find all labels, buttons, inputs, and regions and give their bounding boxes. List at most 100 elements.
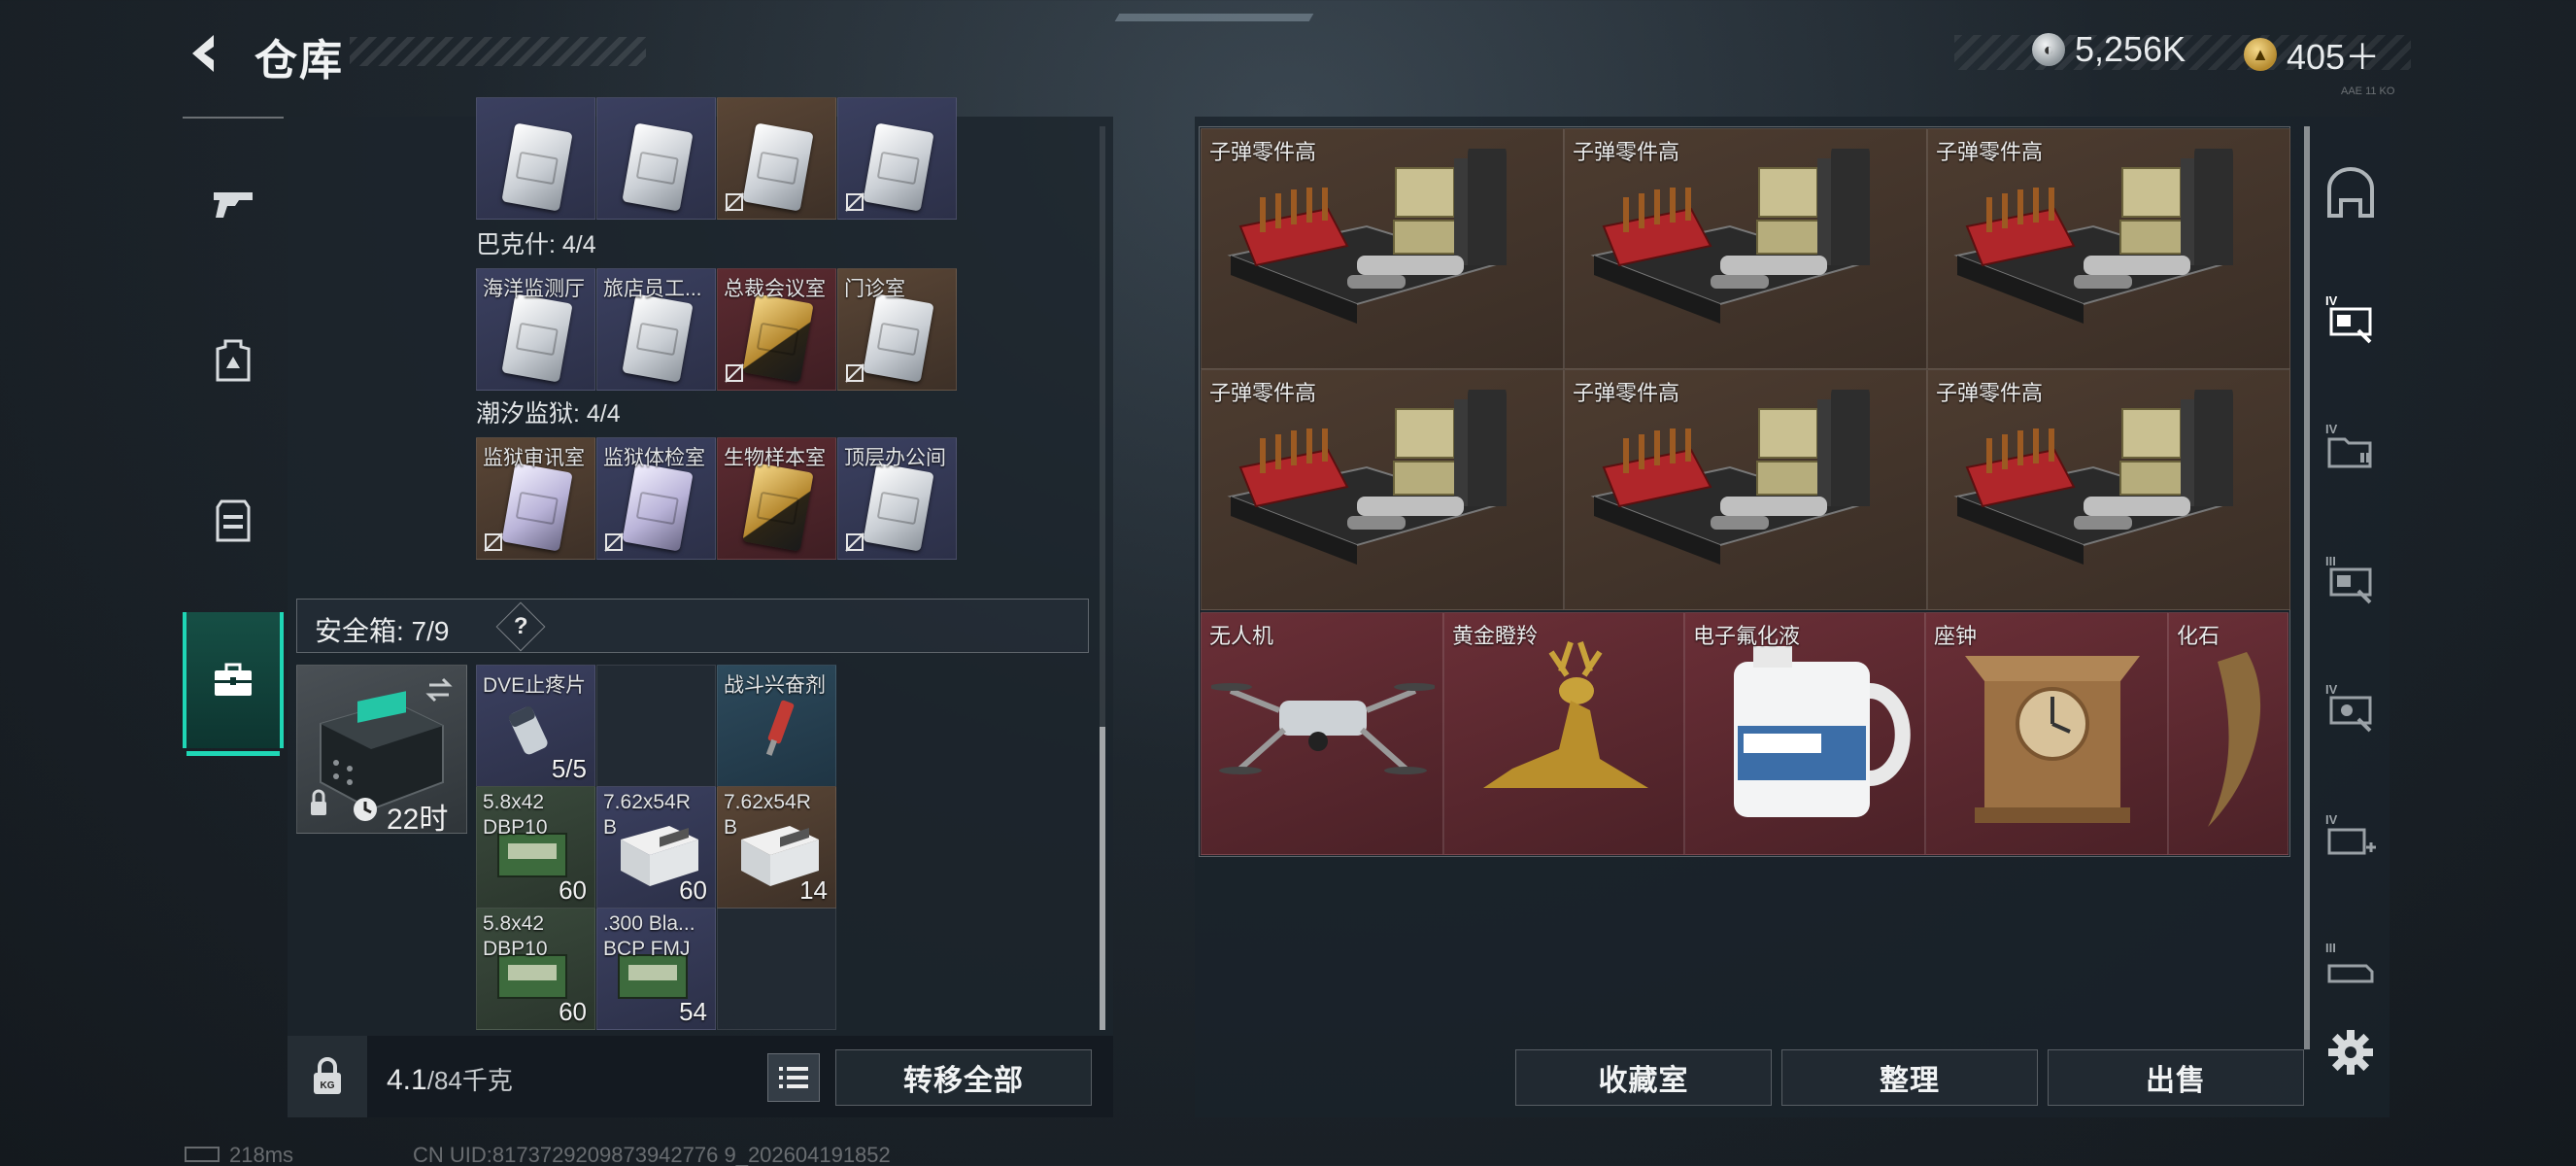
key-card-slot[interactable] xyxy=(717,97,836,220)
weight-current: 4.1 xyxy=(387,1064,427,1096)
stash-item-clock[interactable]: 座钟 xyxy=(1925,612,2168,855)
top-center-decor xyxy=(1114,14,1314,21)
fluorinated-liquid-jug-icon xyxy=(1734,646,1911,817)
ammo-parts-crate-icon xyxy=(1953,390,2233,565)
stash-item-gazelle[interactable]: 黄金瞪羚 xyxy=(1443,612,1684,855)
tab-all-icon[interactable] xyxy=(2323,167,2378,222)
section-bakesh: 巴克什: 4/4 xyxy=(476,231,596,258)
stash-item-ammo-parts[interactable]: 子弹零件高 xyxy=(1201,128,1564,369)
key-card-slot[interactable]: 总裁会议室 xyxy=(717,268,836,391)
weight-lock-button[interactable]: KG xyxy=(288,1036,367,1117)
unbound-icon xyxy=(845,192,864,212)
safe-slot[interactable]: 5.8x42 DBP10 60 xyxy=(476,786,595,909)
safe-slot[interactable] xyxy=(717,908,836,1030)
stash-item-label: 子弹零件高 xyxy=(1573,381,1680,405)
collection-room-button[interactable]: 收藏室 xyxy=(1515,1049,1772,1106)
mantel-clock-icon xyxy=(1965,656,2140,823)
stash-item-jug[interactable]: 电子氟化液 xyxy=(1684,612,1925,855)
backpack-icon xyxy=(216,339,251,382)
key-card-slot[interactable]: 顶层办公间 xyxy=(837,437,957,560)
ping-readout: 218ms xyxy=(229,1143,294,1166)
key-card-slot[interactable] xyxy=(596,97,716,220)
key-card-slot[interactable]: 旅店员工... xyxy=(596,268,716,391)
safe-timer: 22时 xyxy=(387,804,449,836)
safe-slot-label: DVE止疼片 xyxy=(483,674,587,697)
safe-slot-sublabel: B xyxy=(724,816,738,839)
stash-item-ammo-parts[interactable]: 子弹零件高 xyxy=(1927,128,2290,369)
stash-item-ammo-parts[interactable]: 子弹零件高 xyxy=(1564,369,1927,610)
safe-slot[interactable] xyxy=(596,665,716,787)
key-card-slot[interactable] xyxy=(837,97,957,220)
nav-weapon[interactable] xyxy=(183,146,284,262)
key-card-slot[interactable]: 生物样本室 xyxy=(717,437,836,560)
tab-ammo-3-icon[interactable]: III xyxy=(2323,939,2378,993)
safe-slot[interactable]: 战斗兴奋剂 xyxy=(717,665,836,787)
svg-text:IV: IV xyxy=(2325,682,2338,697)
stash-item-drone[interactable]: 无人机 xyxy=(1201,612,1443,855)
keycard-icon xyxy=(622,293,694,383)
safe-slot[interactable]: 7.62x54R B 14 xyxy=(717,786,836,909)
sell-button[interactable]: 出售 xyxy=(2048,1049,2304,1106)
tab-cards-4-icon[interactable]: IV xyxy=(2323,680,2378,735)
key-card-slot[interactable] xyxy=(476,97,595,220)
svg-text:III: III xyxy=(2325,554,2336,568)
nav-case[interactable] xyxy=(183,612,284,756)
safe-slot-sublabel: DBP10 xyxy=(483,938,548,960)
safe-slot[interactable]: DVE止疼片 5/5 xyxy=(476,665,595,787)
transfer-all-button[interactable]: 转移全部 xyxy=(835,1049,1092,1106)
safe-slot[interactable]: .300 Bla... BCP FMJ 54 xyxy=(596,908,716,1030)
stash-item-label: 子弹零件高 xyxy=(1936,140,2044,164)
fossil-claw-icon xyxy=(2208,652,2261,827)
ammo-parts-crate-icon xyxy=(1953,149,2233,324)
stash-item-label: 子弹零件高 xyxy=(1573,140,1680,164)
key-card-label: 海洋监测厅 xyxy=(483,278,585,300)
keycard-icon xyxy=(501,122,573,212)
stash-item-fossil[interactable]: 化石 xyxy=(2168,612,2288,855)
golden-gazelle-icon xyxy=(1483,641,1648,788)
tab-keys-4-icon[interactable]: IV xyxy=(2323,292,2378,346)
list-icon xyxy=(779,1067,808,1088)
sort-button[interactable]: 整理 xyxy=(1781,1049,2038,1106)
key-card-label: 监狱审讯室 xyxy=(483,447,585,469)
keycard-icon xyxy=(863,293,934,383)
ammo-parts-crate-icon xyxy=(1590,390,1870,565)
safe-slot-label: 5.8x42 xyxy=(483,791,545,813)
nav-vest[interactable] xyxy=(183,462,284,578)
safe-slot-sublabel: B xyxy=(603,816,618,839)
weapon-icon xyxy=(214,192,253,218)
keycard-icon xyxy=(742,293,814,383)
key-card-label: 总裁会议室 xyxy=(724,278,826,300)
key-card-slot[interactable]: 海洋监测厅 xyxy=(476,268,595,391)
key-card-label: 门诊室 xyxy=(844,278,905,300)
list-view-button[interactable] xyxy=(767,1053,820,1102)
unbound-icon xyxy=(604,532,624,552)
stash-scroll-thumb[interactable] xyxy=(2304,126,2310,1049)
safe-slot[interactable]: 5.8x42 DBP10 60 xyxy=(476,908,595,1030)
gold-currency[interactable]: ▲ 405＋ xyxy=(2244,29,2380,80)
safe-slot-label: 战斗兴奋剂 xyxy=(724,674,826,697)
stash-item-ammo-parts[interactable]: 子弹零件高 xyxy=(1927,369,2290,610)
tab-folder-4-icon[interactable]: IV xyxy=(2323,420,2378,474)
settings-gear-icon[interactable] xyxy=(2326,1028,2375,1077)
silver-currency[interactable]: ◐ 5,256K xyxy=(2032,29,2186,70)
back-arrow-icon[interactable] xyxy=(185,31,227,76)
stash-item-label: 无人机 xyxy=(1209,624,1274,648)
stash-item-ammo-parts[interactable]: 子弹零件高 xyxy=(1564,128,1927,369)
drone-icon xyxy=(1211,683,1435,774)
key-card-slot[interactable]: 门诊室 xyxy=(837,268,957,391)
nav-backpack[interactable] xyxy=(183,301,284,418)
inventory-scroll-thumb[interactable] xyxy=(1100,727,1105,1030)
tab-keys-3-icon[interactable]: III xyxy=(2323,552,2378,606)
key-card-slot[interactable]: 监狱体检室 xyxy=(596,437,716,560)
page-title: 仓库 xyxy=(254,37,344,85)
tab-medkit-4-icon[interactable]: IV xyxy=(2323,810,2378,865)
key-card-label: 旅店员工... xyxy=(603,278,702,300)
safe-slot[interactable]: 7.62x54R B 60 xyxy=(596,786,716,909)
unbound-icon xyxy=(725,363,744,383)
keycard-icon xyxy=(501,293,573,383)
safe-slot-label: 5.8x42 xyxy=(483,912,545,935)
gold-amount: 405＋ xyxy=(2287,37,2381,77)
stash-item-ammo-parts[interactable]: 子弹零件高 xyxy=(1201,369,1564,610)
silver-amount: 5,256K xyxy=(2075,29,2186,69)
key-card-slot[interactable]: 监狱审讯室 xyxy=(476,437,595,560)
